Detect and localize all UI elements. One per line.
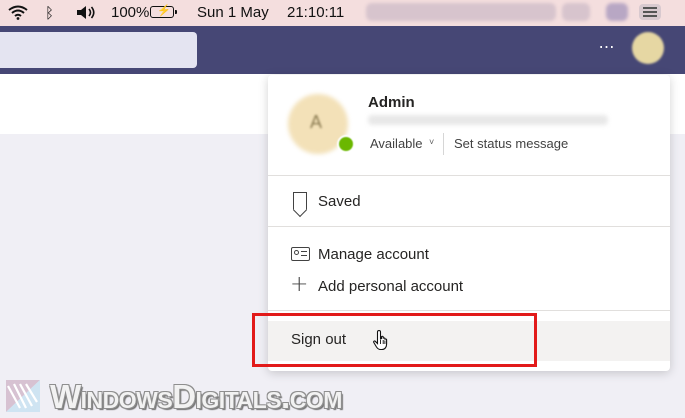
menu-divider [268,226,670,227]
macos-menu-bar: ᛒ 100% ⚡ Sun 1 May 21:10:11 [0,0,685,26]
plus-icon: + [290,272,309,297]
contact-card-icon [291,247,310,261]
menubar-date[interactable]: Sun 1 May [197,3,269,23]
bluetooth-icon[interactable]: ᛒ [45,3,54,23]
battery-percent: 100% [111,4,150,21]
status-separator [443,133,444,155]
bookmark-icon [293,192,307,210]
control-center-icon[interactable] [639,4,661,20]
menu-item-saved[interactable]: Saved [318,193,361,210]
menu-item-manage-account[interactable]: Manage account [318,246,429,263]
avatar-initial: A [310,112,323,132]
presence-status-dropdown[interactable]: Available [370,136,423,151]
blurred-menubar-item [366,3,556,21]
more-options-button[interactable]: ⋯ [596,36,616,60]
menu-divider [268,175,670,176]
redacted-email [368,115,608,125]
wifi-icon[interactable] [8,5,28,20]
menu-item-add-personal-account[interactable]: Add personal account [318,278,463,295]
profile-name: Admin [368,94,415,111]
battery-charging-icon[interactable]: ⚡ [150,5,177,18]
menu-divider [268,310,670,311]
chevron-down-icon: ˅ [429,137,435,147]
sign-out-highlight-box [252,313,537,367]
blurred-menubar-icon [562,3,590,21]
watermark-logo [6,380,40,412]
presence-indicator [337,135,355,153]
search-input[interactable] [0,32,197,68]
header-avatar[interactable] [632,32,664,64]
blurred-menubar-icon [606,3,628,21]
set-status-message-link[interactable]: Set status message [454,136,568,151]
menubar-time[interactable]: 21:10:11 [287,3,344,23]
watermark-text: WindowsDigitals.com [50,378,342,415]
volume-icon[interactable] [76,5,96,20]
